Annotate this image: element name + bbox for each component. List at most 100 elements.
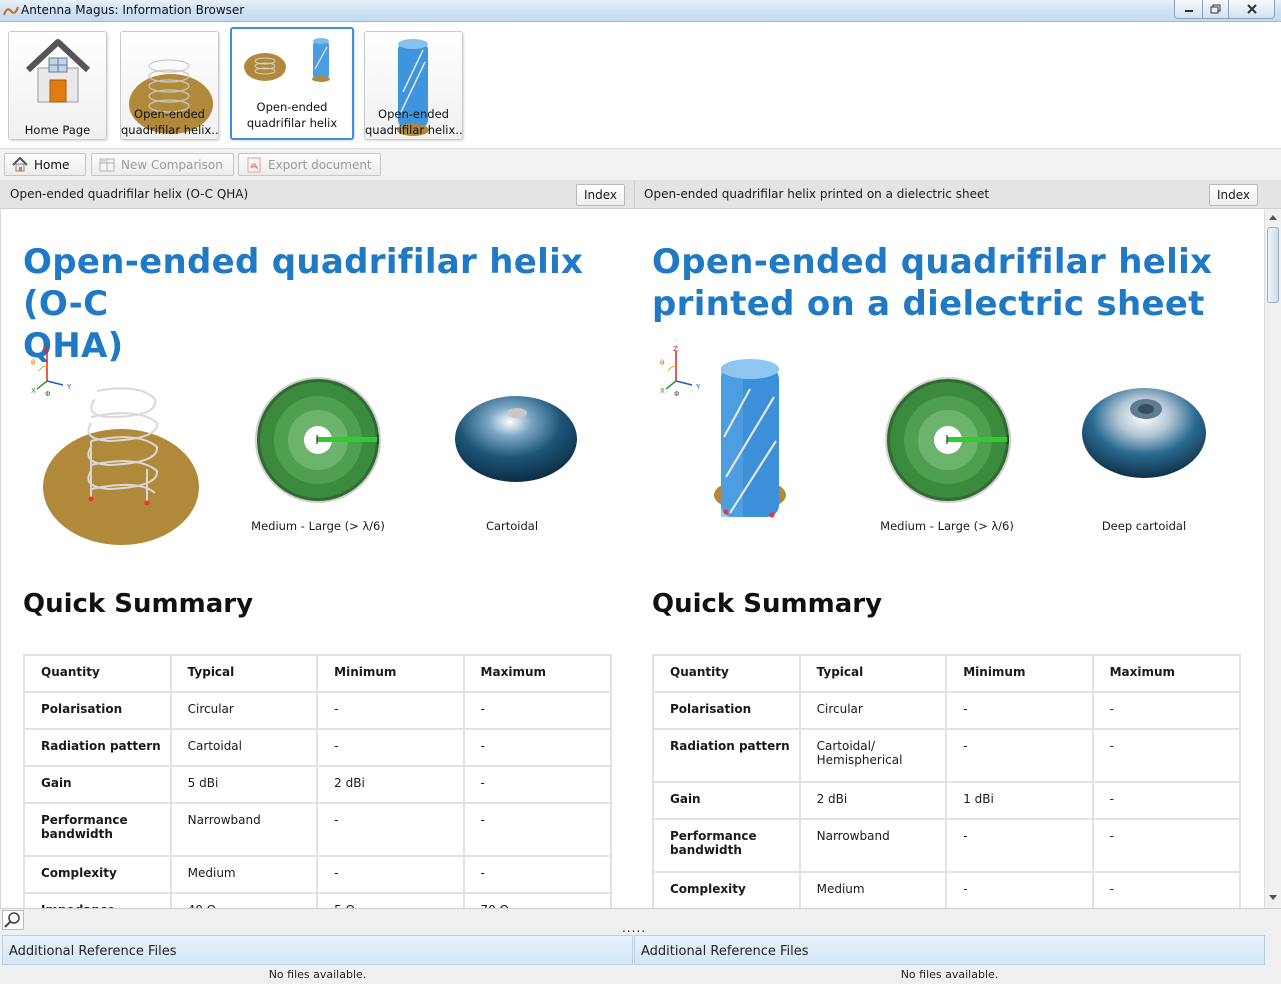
typical-cell: Circular xyxy=(798,691,948,730)
minimum-cell: 5 Ω xyxy=(316,892,465,908)
printed-helix-thumbnail xyxy=(244,38,330,82)
header-cell: Minimum xyxy=(945,654,1094,693)
radiation-pattern-model xyxy=(1082,388,1206,478)
header-cell: Maximum xyxy=(462,654,613,693)
home-button[interactable]: Home xyxy=(4,153,86,176)
panel-splitter-grip[interactable]: ..... xyxy=(622,921,646,935)
size-caption: Medium - Large (> λ/6) xyxy=(251,519,385,533)
header-cell: Typical xyxy=(169,654,319,693)
right-no-files-status: No files available. xyxy=(900,968,999,981)
tile-oc-qha-printed[interactable]: Open-ended quadrifilar helix... xyxy=(364,31,463,140)
maximum-cell: - xyxy=(462,855,613,894)
minimize-button[interactable] xyxy=(1174,0,1203,19)
left-index-button[interactable]: Index xyxy=(576,184,625,206)
header-cell: Quantity xyxy=(23,654,172,693)
typical-cell: Medium xyxy=(798,871,948,908)
right-index-button[interactable]: Index xyxy=(1209,184,1258,206)
typical-cell: 2 dBi xyxy=(798,781,948,820)
table-header-row: Quantity Typical Minimum Maximum xyxy=(23,654,613,693)
tile-label-line1: Open-ended xyxy=(378,107,449,121)
comparison-table-icon xyxy=(99,158,115,171)
left-reference-files-title: Additional Reference Files xyxy=(9,944,177,959)
right-page-title: Open-ended quadrifilar helix printed on … xyxy=(652,241,1252,325)
title-line: Open-ended quadrifilar helix xyxy=(652,242,1213,282)
title-line: Open-ended quadrifilar helix (O-C xyxy=(23,242,584,324)
toolbar: Home New Comparison Export document xyxy=(0,148,1281,180)
quantity-cell: Radiation pattern xyxy=(652,728,801,783)
left-reference-files-header: Additional Reference Files xyxy=(2,935,633,965)
quantity-cell: Radiation pattern xyxy=(23,728,172,767)
typical-cell: Narrowband xyxy=(798,818,948,873)
table-row: Complexity Medium - - xyxy=(23,855,613,894)
tile-oc-qha-printed-active[interactable]: Open-ended quadrifilar helix xyxy=(230,27,354,140)
axis-theta-label: θ xyxy=(660,359,664,367)
axis-x-label: X xyxy=(31,387,36,395)
minimum-cell: - xyxy=(316,728,465,767)
table-row: Gain 2 dBi 1 dBi - xyxy=(652,781,1242,820)
right-document-header: Open-ended quadrifilar helix printed on … xyxy=(634,180,1281,209)
close-button[interactable] xyxy=(1228,0,1275,19)
typical-cell: 40 Ω xyxy=(169,892,319,908)
scroll-up-arrow-icon[interactable] xyxy=(1268,213,1278,221)
axis-theta-label: θ xyxy=(31,359,35,367)
left-no-files-status: No files available. xyxy=(268,968,367,981)
new-comparison-button[interactable]: New Comparison xyxy=(91,153,234,176)
home-icon xyxy=(25,39,91,103)
pattern-caption: Deep cartoidal xyxy=(1101,519,1187,533)
maximum-cell: - xyxy=(1091,781,1242,820)
minimum-cell: - xyxy=(945,871,1094,908)
typical-cell: 5 dBi xyxy=(169,765,319,804)
right-summary-title: Quick Summary xyxy=(652,589,883,619)
table-header-row: Quantity Typical Minimum Maximum xyxy=(652,654,1242,693)
header-cell: Typical xyxy=(798,654,948,693)
minimum-cell: - xyxy=(316,691,465,730)
new-comparison-label: New Comparison xyxy=(121,157,223,172)
right-document-title: Open-ended quadrifilar helix printed on … xyxy=(644,187,990,201)
maximize-button[interactable] xyxy=(1202,0,1229,19)
tile-home-page[interactable]: Home Page xyxy=(8,31,107,140)
maximum-cell: - xyxy=(462,765,613,804)
quantity-cell: Gain xyxy=(23,765,172,804)
size-indicator-disc xyxy=(885,377,1011,503)
radiation-pattern-model xyxy=(455,396,577,482)
pdf-icon xyxy=(247,157,261,172)
printed-qha-antenna-model xyxy=(714,359,786,518)
right-reference-files-header: Additional Reference Files xyxy=(634,935,1265,965)
pattern-caption: Cartoidal xyxy=(485,519,539,533)
table-row: Performance bandwidth Narrowband - - xyxy=(23,802,613,857)
export-document-label: Export document xyxy=(268,157,372,172)
size-caption: Medium - Large (> λ/6) xyxy=(880,519,1014,533)
restore-icon xyxy=(1210,4,1221,14)
export-document-button[interactable]: Export document xyxy=(238,153,381,176)
oc-qha-antenna-model xyxy=(43,387,199,545)
minimum-cell: - xyxy=(945,818,1094,873)
tile-label-line1: Open-ended xyxy=(256,100,328,114)
maximum-cell: - xyxy=(1091,871,1242,908)
minimize-icon xyxy=(1184,10,1193,12)
minimum-cell: - xyxy=(316,802,465,857)
left-document-title: Open-ended quadrifilar helix (O-C QHA) xyxy=(10,187,249,201)
left-summary-table: Quantity Typical Minimum Maximum Polaris… xyxy=(23,654,613,908)
typical-cell: Cartoidal xyxy=(169,728,319,767)
quantity-cell: Polarisation xyxy=(652,691,801,730)
vertical-scrollbar[interactable] xyxy=(1264,209,1281,908)
left-page-title: Open-ended quadrifilar helix (O-C QHA) xyxy=(23,241,623,367)
axis-z-label: Z xyxy=(44,345,49,353)
zoom-button[interactable] xyxy=(2,910,24,930)
quantity-cell: Performance bandwidth xyxy=(652,818,801,873)
tile-label-line2: quadrifilar helix... xyxy=(121,123,218,137)
maximum-cell: - xyxy=(1091,818,1242,873)
maximum-cell: - xyxy=(1091,728,1242,783)
scrollbar-thumb[interactable] xyxy=(1267,227,1279,303)
tile-label-line2: quadrifilar helix xyxy=(246,116,338,130)
maximum-cell: - xyxy=(462,728,613,767)
scroll-down-arrow-icon[interactable] xyxy=(1268,894,1278,902)
tile-oc-qha[interactable]: Open-ended quadrifilar helix... xyxy=(120,31,219,140)
right-summary-table: Quantity Typical Minimum Maximum Polaris… xyxy=(652,654,1242,908)
maximum-cell: - xyxy=(462,691,613,730)
minimum-cell: - xyxy=(316,855,465,894)
comparison-content: Open-ended quadrifilar helix (O-C QHA) Z… xyxy=(0,209,1264,908)
tile-label-line2: quadrifilar helix... xyxy=(365,123,462,137)
maximum-cell: - xyxy=(1091,691,1242,730)
table-row: Complexity Medium - - xyxy=(652,871,1242,908)
